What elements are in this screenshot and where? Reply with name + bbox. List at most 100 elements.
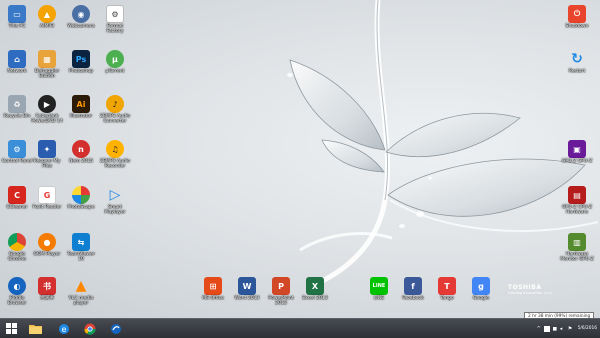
recycle-bin-label: Recycle Bin [3,114,31,119]
reader-icon: 书 [38,277,56,295]
smart-player-label: Smart Playlayer [104,205,126,215]
excel-shortcut[interactable]: X Excel 2013 [298,277,332,301]
cpu-z-shortcut[interactable]: ▤ GPU-Z CPU-Z Hardware [560,186,594,215]
facebook-label: Facebook [402,296,424,301]
powerdvd-shortcut[interactable]: ▶ CyberLink PowerDVD 14 [30,95,64,124]
start-button[interactable] [4,321,19,336]
shutdown-shortcut[interactable]: ⏻ Shutdown [560,5,594,29]
foxit-reader-shortcut[interactable]: G Foxit Reader [30,186,64,210]
gpu-z-shortcut[interactable]: ▣ GPU-Z GPU-Z [560,140,594,164]
toshiba-logo: TOSHIBA Leading Innovation >>> [508,284,553,295]
clock[interactable]: 5/6/2016 [578,326,597,331]
photoshop-icon: Ps [72,50,90,68]
powerdvd-label: CyberLink PowerDVD 14 [31,114,63,124]
facebook-shortcut[interactable]: f Facebook [396,277,430,301]
this-pc-label: This PC [8,24,26,29]
control-panel-label: Control Panel [1,159,33,164]
recycle-bin-icon: ♻ [8,95,26,113]
hwmonitor-icon: ▥ [568,233,586,251]
defraggler-shortcut[interactable]: ▦ Defraggler Edition [30,50,64,79]
illustrator-shortcut[interactable]: Ai Illustrator [64,95,98,119]
flag-icon[interactable]: ⚑ [568,326,574,332]
gom-player-shortcut[interactable]: ● GOM Player [30,233,64,257]
chrome-icon [8,233,26,251]
brand-name: TOSHIBA [508,284,542,291]
line-shortcut[interactable]: LINE LINE [362,277,396,301]
battery-icon[interactable] [543,325,550,332]
tango-shortcut[interactable]: T Tango [430,277,464,301]
powerpoint-shortcut[interactable]: P PowerPoint 2013 [264,277,298,306]
defraggler-icon: ▦ [38,50,56,68]
ms-office-icon: ⊞ [204,277,222,295]
format-factory-icon: ⚙ [106,5,124,23]
google-chrome-shortcut[interactable]: Google Chrome [0,233,34,262]
restart-icon: ↻ [571,51,583,67]
ie-icon: e [58,323,69,334]
file-explorer-button[interactable] [28,321,43,336]
photoscape-shortcut[interactable]: PhotoScape [64,186,98,210]
vlc-shortcut[interactable]: ▲ VLC media player [64,277,98,306]
photoshop-shortcut[interactable]: Ps Photoshop [64,50,98,74]
powerpoint-label: PowerPoint 2013 [268,296,294,306]
google-icon: g [472,277,490,295]
control-panel-shortcut[interactable]: ⚙ Control Panel [0,140,34,164]
smart-player-shortcut[interactable]: ▷ Smart Playlayer [98,186,132,215]
ccleaner-label: CCleaner [6,205,28,210]
powerdvd-icon: ▶ [38,95,56,113]
hwmonitor-label: Hardware Monitor GPU-Z [560,252,594,262]
internet-explorer-button[interactable]: e [56,321,71,336]
cpu-z-icon: ▤ [568,186,586,204]
excel-icon: X [306,277,324,295]
recover-my-files-shortcut[interactable]: ✦ Recover My Files [30,140,64,169]
utorrent-shortcut[interactable]: µ µTorrent [98,50,132,74]
clock-date: 5/6/2016 [577,326,597,331]
word-icon: W [238,277,256,295]
network-tray-icon[interactable] [551,325,558,332]
recycle-bin-shortcut[interactable]: ♻ Recycle Bin [0,95,34,119]
google-label: Google [472,296,490,301]
webcamera-shortcut[interactable]: ◉ Webcamera [64,5,98,29]
ms-office-label: MS Office [202,296,224,301]
chevron-up-icon[interactable]: ^ [536,326,542,332]
network-shortcut[interactable]: ⌂ Network [0,50,34,74]
folder-icon [29,325,42,334]
nero-icon: n [72,140,90,158]
riddle-browser-button[interactable] [108,321,123,336]
restart-shortcut[interactable]: ↻ Restart [560,50,594,74]
google-shortcut[interactable]: g Google [464,277,498,301]
gom-player-icon: ● [38,233,56,251]
teamviewer-icon: ⇆ [72,233,90,251]
word-shortcut[interactable]: W Word 2013 [230,277,264,301]
tango-label: Tango [440,296,454,301]
aimp3-shortcut[interactable]: ▲ AIMP3 [30,5,64,29]
illustrator-label: Illustrator [69,114,93,119]
audio-recorder-icon: ♫ [106,140,124,158]
google-chrome-label: Google Chrome [7,252,27,262]
play-icon: ▷ [109,187,121,203]
excel-label: Excel 2013 [302,296,328,301]
recover-my-files-label: Recover My Files [33,159,61,169]
system-tray: ^ ◂ ⚑ 5/6/2016 [536,319,597,338]
format-factory-shortcut[interactable]: ⚙ Format Factory [98,5,132,34]
gom-player-label: GOM Player [33,252,61,257]
volume-icon[interactable]: ◂ [560,326,566,332]
webcamera-label: Webcamera [67,24,95,29]
teamviewer-shortcut[interactable]: ⇆ TeamViewer 10 [64,233,98,262]
line-label: LINE [373,296,385,301]
ccleaner-shortcut[interactable]: C CCleaner [0,186,34,210]
reader-shortcut[interactable]: 书 水滴书 [30,277,64,301]
svg-text:e: e [61,325,66,334]
aimp-icon: ▲ [38,5,56,23]
teamviewer-label: TeamViewer 10 [67,252,95,262]
audio-converter-shortcut[interactable]: ♪ ZEMP3 Audio Converter [98,95,132,124]
network-label: Network [7,69,27,74]
audio-recorder-shortcut[interactable]: ♫ ZEMP3 Audio Recorder [98,140,132,169]
this-pc-shortcut[interactable]: ▭ This PC [0,5,34,29]
cpu-z-label: GPU-Z CPU-Z Hardware [561,205,593,215]
audio-recorder-label: ZEMP3 Audio Recorder [99,159,131,169]
chrome-button[interactable] [82,321,97,336]
riddle-browser-shortcut[interactable]: ◐ Riddle Browser [0,277,34,306]
nero-shortcut[interactable]: n Nero 2015 [64,140,98,164]
ms-office-shortcut[interactable]: ⊞ MS Office [196,277,230,301]
hwmonitor-shortcut[interactable]: ▥ Hardware Monitor GPU-Z [560,233,594,262]
